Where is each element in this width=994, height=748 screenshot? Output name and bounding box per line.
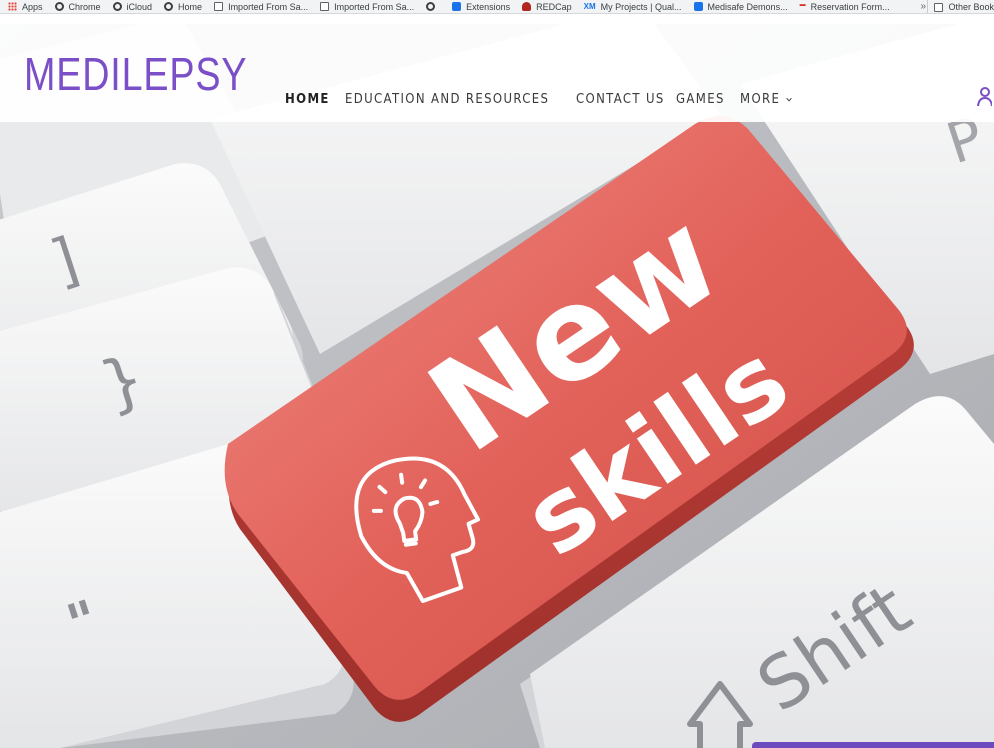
folder-icon xyxy=(934,2,944,12)
user-account-icon[interactable] xyxy=(976,86,992,110)
bookmark-reservation[interactable]: ▬ Reservation Form... xyxy=(799,0,890,13)
bookmark-extensions[interactable]: Extensions xyxy=(452,0,511,13)
nav-more[interactable]: MORE xyxy=(740,92,792,107)
bookmark-globe[interactable] xyxy=(426,0,440,13)
bookmark-icloud[interactable]: iCloud xyxy=(112,0,153,13)
bookmarks-bar: Apps Chrome iCloud Home Imported From Sa… xyxy=(0,0,994,14)
bookmark-imported-1[interactable]: Imported From Sa... xyxy=(214,0,309,13)
reservation-icon: ▬ xyxy=(799,2,806,8)
other-bookmarks-label: Other Book xyxy=(948,2,994,12)
folder-icon xyxy=(320,2,330,11)
bookmark-imported-2[interactable]: Imported From Sa... xyxy=(320,0,415,13)
bookmark-label: Apps xyxy=(22,1,43,12)
bookmark-qualtrics[interactable]: XM My Projects | Qual... xyxy=(583,0,682,13)
puzzle-icon xyxy=(452,2,462,11)
main-nav: HOME EDUCATION AND RESOURCES CONTACT US … xyxy=(285,88,818,110)
bookmark-chrome[interactable]: Chrome xyxy=(54,0,101,13)
bookmark-label: REDCap xyxy=(536,1,572,12)
bookmark-label: Chrome xyxy=(68,1,101,12)
bookmark-label: Extensions xyxy=(466,1,511,12)
globe-icon xyxy=(426,2,436,11)
globe-icon xyxy=(164,2,174,11)
bookmarks-overflow-button[interactable]: » xyxy=(920,0,926,13)
bookmark-label: iCloud xyxy=(126,1,153,12)
medisafe-icon xyxy=(693,2,703,11)
globe-icon xyxy=(54,2,64,11)
nav-education-and-resources[interactable]: EDUCATION AND RESOURCES xyxy=(345,92,549,107)
bookmark-redcap[interactable]: REDCap xyxy=(522,0,572,13)
bookmark-apps[interactable]: Apps xyxy=(8,0,43,13)
site-header: MEDILEPSY HOME EDUCATION AND RESOURCES C… xyxy=(0,24,994,122)
bookmark-label: My Projects | Qual... xyxy=(600,1,682,12)
folder-icon xyxy=(214,2,224,11)
bookmark-label: Medisafe Demons... xyxy=(707,1,788,12)
xm-icon: XM xyxy=(583,2,596,11)
bookmark-label: Imported From Sa... xyxy=(334,1,415,12)
nav-contact-us[interactable]: CONTACT US xyxy=(576,92,665,107)
apps-grid-icon xyxy=(8,2,17,11)
nav-home[interactable]: HOME xyxy=(285,92,330,107)
site-logo[interactable]: MEDILEPSY xyxy=(24,51,247,97)
other-bookmarks[interactable]: Other Book xyxy=(927,0,994,13)
hero-image: ] } P " Shift New skills xyxy=(0,24,994,748)
redcap-icon xyxy=(522,2,532,11)
nav-games[interactable]: GAMES xyxy=(676,92,725,107)
cloud-icon xyxy=(112,2,122,11)
bookmark-home[interactable]: Home xyxy=(164,0,203,13)
nav-more-label: MORE xyxy=(740,91,781,107)
chevron-down-icon xyxy=(786,97,792,102)
bookmark-label: Home xyxy=(178,1,203,12)
bookmark-label: Reservation Form... xyxy=(810,1,890,12)
keyboard-illustration: ] } P " Shift New skills xyxy=(0,24,994,748)
bookmark-medisafe[interactable]: Medisafe Demons... xyxy=(693,0,788,13)
bookmark-label: Imported From Sa... xyxy=(228,1,309,12)
floating-action-bar[interactable] xyxy=(752,742,994,748)
